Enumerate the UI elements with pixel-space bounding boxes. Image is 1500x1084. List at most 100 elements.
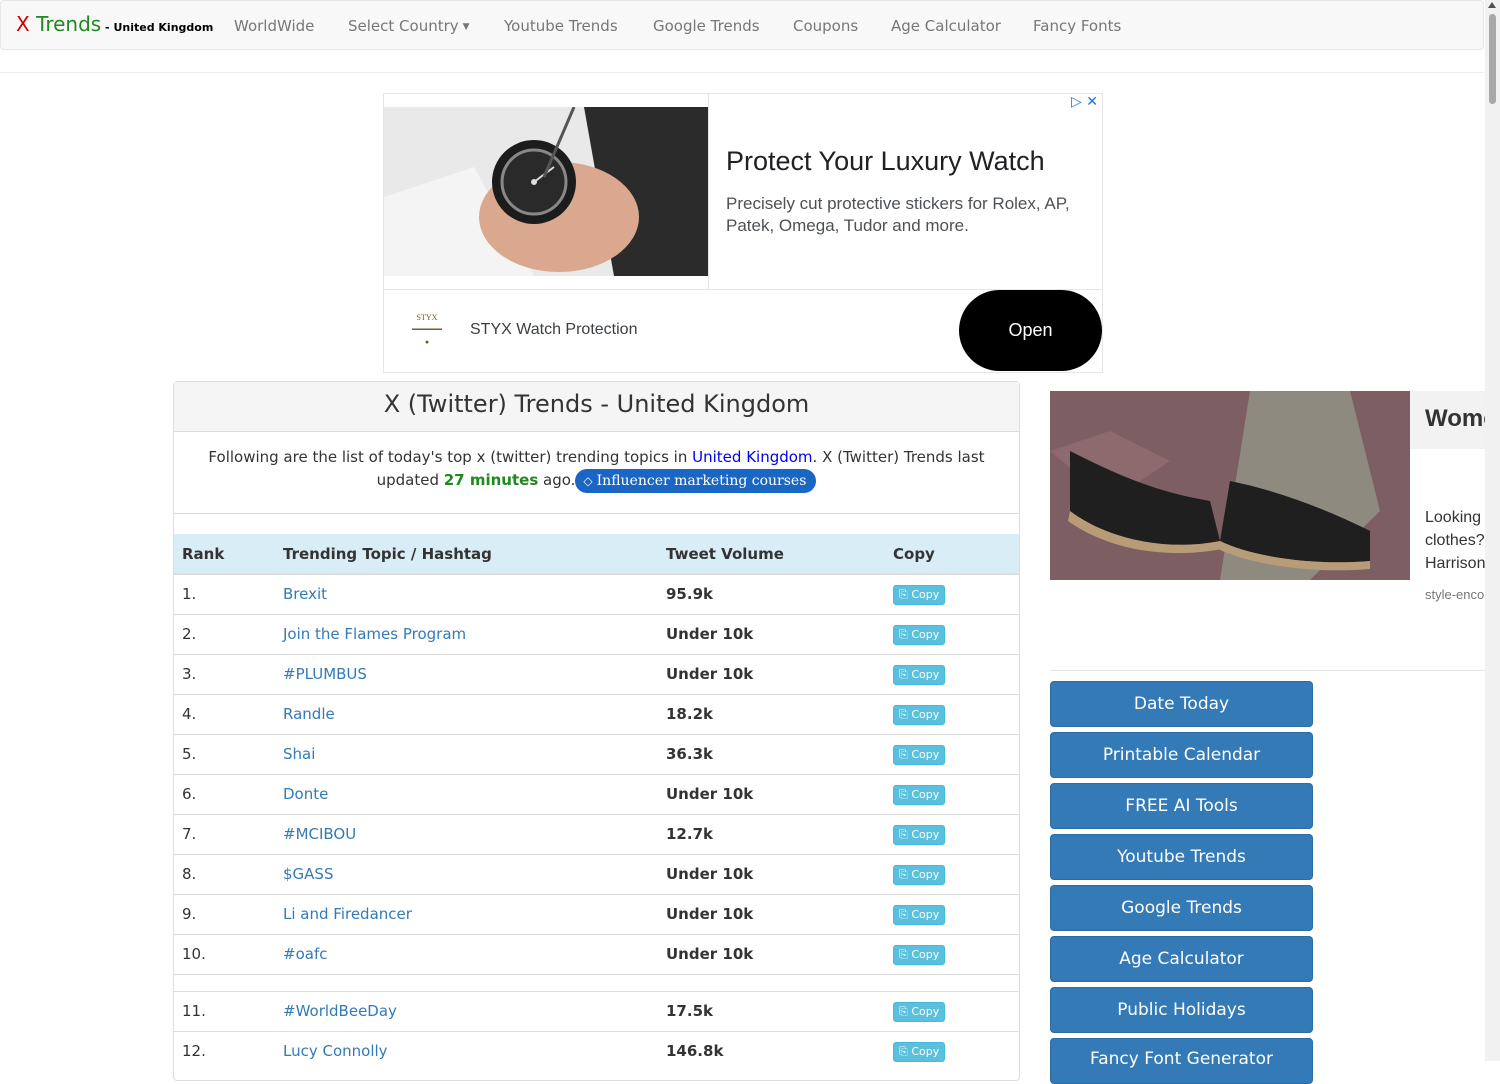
ad-description[interactable]: Precisely cut protective stickers for Ro… — [726, 193, 1081, 237]
brand-x: X — [16, 12, 30, 36]
col-copy: Copy — [885, 534, 1019, 575]
copy-button[interactable]: ⎘ Copy — [893, 584, 946, 605]
nav-coupons[interactable]: Coupons — [793, 17, 858, 35]
topic-link[interactable]: Shai — [275, 733, 658, 774]
clipboard-icon: ⎘ — [899, 1044, 908, 1058]
advertiser-logo-text: STYX — [416, 313, 438, 322]
copy-button[interactable]: ⎘ Copy — [893, 904, 946, 925]
table-row: 4. Randle 18.2k ⎘ Copy — [174, 693, 1019, 734]
copy-button[interactable]: ⎘ Copy — [893, 744, 946, 765]
col-rank: Rank — [174, 534, 275, 575]
ad-choices-icon[interactable]: ▷ ✕ — [1071, 94, 1098, 110]
clipboard-icon: ⎘ — [899, 707, 908, 721]
nav-google-trends[interactable]: Google Trends — [653, 17, 760, 35]
copy-label: Copy — [911, 707, 940, 721]
table-row: 7. #MCIBOU 12.7k ⎘ Copy — [174, 813, 1019, 854]
nav-select-country-label: Select Country — [348, 17, 459, 35]
brand-logo[interactable]: X Trends - United Kingdom — [16, 12, 213, 36]
page-scrollbar[interactable] — [1485, 0, 1500, 1061]
copy-button[interactable]: ⎘ Copy — [893, 1001, 946, 1022]
nav-select-country[interactable]: Select Country ▼ — [348, 17, 470, 35]
copy-cell: ⎘ Copy — [885, 733, 1019, 774]
fancy-font-generator-button[interactable]: Fancy Font Generator — [1050, 1038, 1313, 1084]
clipboard-icon: ⎘ — [899, 747, 908, 761]
ad-open-button[interactable]: Open — [959, 290, 1102, 371]
copy-label: Copy — [911, 627, 940, 641]
ad-right-line: clothes? — [1425, 532, 1485, 549]
brand-country: - United Kingdom — [101, 21, 214, 34]
topic-link[interactable]: Brexit — [275, 573, 658, 614]
rank-cell: 1. — [174, 573, 275, 614]
ad-headline[interactable]: Protect Your Luxury Watch — [726, 146, 1045, 177]
copy-button[interactable]: ⎘ Copy — [893, 784, 946, 805]
scroll-thumb[interactable] — [1489, 14, 1496, 104]
copy-button[interactable]: ⎘ Copy — [893, 1041, 946, 1062]
tag-label: Influencer marketing courses — [596, 473, 807, 489]
topic-link[interactable]: #PLUMBUS — [275, 653, 658, 694]
volume-cell: Under 10k — [658, 853, 885, 894]
topic-link[interactable]: #oafc — [275, 933, 658, 974]
nav-worldwide[interactable]: WorldWide — [234, 17, 314, 35]
volume-cell: Under 10k — [658, 893, 885, 934]
topic-link[interactable]: #WorldBeeDay — [275, 990, 658, 1031]
google-trends-button[interactable]: Google Trends — [1050, 885, 1313, 931]
country-link[interactable]: United Kingdom — [692, 448, 812, 466]
copy-button[interactable]: ⎘ Copy — [893, 664, 946, 685]
table-gap-row — [174, 973, 1019, 991]
ad-shoes-image[interactable] — [1050, 391, 1410, 580]
ad-banner-top[interactable]: Protect Your Luxury Watch Precisely cut … — [383, 93, 1103, 373]
divider — [0, 72, 1484, 73]
topic-link[interactable]: Li and Firedancer — [275, 893, 658, 934]
free-ai-tools-button[interactable]: FREE AI Tools — [1050, 783, 1313, 829]
divider — [708, 94, 709, 289]
date-today-button[interactable]: Date Today — [1050, 681, 1313, 727]
table-gap-cell — [174, 973, 1019, 991]
copy-label: Copy — [911, 867, 940, 881]
topic-link[interactable]: #MCIBOU — [275, 813, 658, 854]
copy-cell: ⎘ Copy — [885, 933, 1019, 974]
table-row: 2. Join the Flames Program Under 10k ⎘ Copy — [174, 613, 1019, 654]
col-volume: Tweet Volume — [658, 534, 885, 575]
volume-cell: 95.9k — [658, 573, 885, 614]
copy-button[interactable]: ⎘ Copy — [893, 624, 946, 645]
clipboard-icon: ⎘ — [899, 1004, 908, 1018]
copy-label: Copy — [911, 747, 940, 761]
ad-right-source[interactable]: style-enco — [1425, 587, 1484, 602]
intro-pre: Following are the list of today's top x … — [208, 448, 693, 466]
topic-link[interactable]: Join the Flames Program — [275, 613, 658, 654]
printable-calendar-button[interactable]: Printable Calendar — [1050, 732, 1313, 778]
topic-link[interactable]: Donte — [275, 773, 658, 814]
copy-button[interactable]: ⎘ Copy — [893, 864, 946, 885]
ad-banner-right[interactable]: Wome Looking clothes? Harrison style-enc… — [1050, 391, 1485, 671]
ad-right-body[interactable]: Looking clothes? Harrison — [1425, 506, 1485, 575]
ad-watch-image[interactable] — [384, 107, 708, 276]
ad-right-headline[interactable]: Wome — [1425, 405, 1485, 433]
copy-button[interactable]: ⎘ Copy — [893, 704, 946, 725]
topic-link[interactable]: $GASS — [275, 853, 658, 894]
nav-fancy-fonts[interactable]: Fancy Fonts — [1033, 17, 1121, 35]
youtube-trends-button[interactable]: Youtube Trends — [1050, 834, 1313, 880]
age-calculator-button[interactable]: Age Calculator — [1050, 936, 1313, 982]
table-row: 11. #WorldBeeDay 17.5k ⎘ Copy — [174, 990, 1019, 1031]
ad-advertiser-name[interactable]: STYX Watch Protection — [470, 321, 637, 339]
topic-link[interactable]: Lucy Connolly — [275, 1030, 658, 1071]
trends-table-body: 1. Brexit 95.9k ⎘ Copy 2. Join the Flames Pro… — [174, 573, 1019, 1071]
col-topic: Trending Topic / Hashtag — [275, 534, 658, 575]
public-holidays-button[interactable]: Public Holidays — [1050, 987, 1313, 1033]
rank-cell: 7. — [174, 813, 275, 854]
copy-label: Copy — [911, 787, 940, 801]
influencer-courses-tag[interactable]: ◇ Influencer marketing courses — [575, 469, 817, 493]
nav-youtube-trends[interactable]: Youtube Trends — [504, 17, 618, 35]
table-header-row: Rank Trending Topic / Hashtag Tweet Volu… — [174, 534, 1019, 575]
scroll-up-icon[interactable] — [1488, 2, 1496, 8]
copy-button[interactable]: ⎘ Copy — [893, 944, 946, 965]
intro-post: ago. — [538, 471, 576, 489]
volume-cell: Under 10k — [658, 653, 885, 694]
volume-cell: Under 10k — [658, 773, 885, 814]
copy-cell: ⎘ Copy — [885, 1030, 1019, 1071]
topic-link[interactable]: Randle — [275, 693, 658, 734]
nav-age-calculator[interactable]: Age Calculator — [891, 17, 1001, 35]
clipboard-icon: ⎘ — [899, 787, 908, 801]
advertiser-logo[interactable]: STYX ▬▬▬▬▬▬ ● — [402, 312, 452, 352]
copy-button[interactable]: ⎘ Copy — [893, 824, 946, 845]
